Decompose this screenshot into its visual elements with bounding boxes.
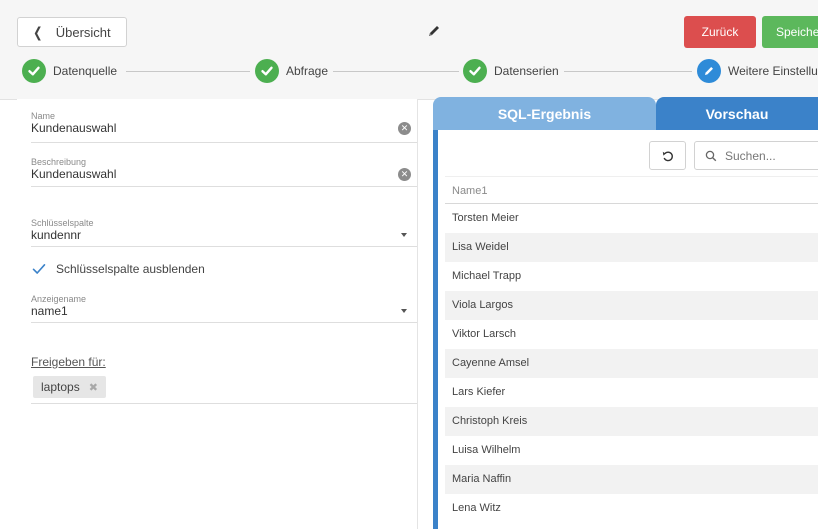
tab-vorschau[interactable]: Vorschau [656, 97, 818, 130]
search-box[interactable] [694, 141, 818, 170]
key-column-label: Schlüsselspalte [31, 218, 94, 228]
tab-sql-ergebnis[interactable]: SQL-Ergebnis [433, 97, 656, 130]
preview-table: Name1 Torsten Meier Lisa Weidel Michael … [445, 176, 818, 523]
display-name-label: Anzeigename [31, 294, 87, 304]
pencil-icon[interactable] [427, 24, 441, 38]
chevron-left-icon: ❮ [33, 23, 43, 40]
display-name-select[interactable]: Anzeigename name1 [31, 294, 417, 323]
key-column-value: kundennr [31, 228, 82, 242]
table-row[interactable]: Torsten Meier [445, 204, 818, 233]
save-button[interactable]: Speichern [762, 16, 818, 48]
step-label: Datenserien [494, 64, 559, 78]
settings-form: Name Kundenauswahl ✕ Beschreibung Kunden… [17, 99, 418, 529]
table-row[interactable]: Cayenne Amsel [445, 349, 818, 378]
name-value[interactable]: Kundenauswahl [31, 121, 417, 135]
clear-icon[interactable]: ✕ [398, 122, 411, 135]
step-weitere-einstellungen[interactable]: Weitere Einstellungen [697, 59, 818, 83]
caret-down-icon[interactable] [401, 233, 407, 237]
back-button[interactable]: Zurück [684, 16, 756, 48]
check-icon [22, 59, 46, 83]
share-label: Freigeben für: [31, 355, 106, 369]
name-field[interactable]: Name Kundenauswahl ✕ [31, 111, 417, 143]
refresh-button[interactable] [649, 141, 686, 170]
table-row[interactable]: Lena Witz [445, 494, 818, 523]
checkmark-icon[interactable] [31, 261, 47, 277]
overview-button[interactable]: ❮ Übersicht [17, 17, 127, 47]
refresh-icon [662, 150, 673, 161]
step-connector [333, 71, 459, 72]
column-header[interactable]: Name1 [445, 176, 818, 204]
search-input[interactable] [725, 148, 805, 163]
key-column-select[interactable]: Schlüsselspalte kundennr [31, 218, 417, 247]
table-row[interactable]: Michael Trapp [445, 262, 818, 291]
step-abfrage[interactable]: Abfrage [255, 59, 328, 83]
display-name-value: name1 [31, 304, 68, 318]
name-label: Name [31, 111, 56, 121]
step-label: Datenquelle [53, 64, 118, 78]
table-row[interactable]: Viktor Larsch [445, 320, 818, 349]
description-field[interactable]: Beschreibung Kundenauswahl ✕ [31, 157, 417, 187]
table-row[interactable]: Christoph Kreis [445, 407, 818, 436]
check-icon [255, 59, 279, 83]
share-chip: laptops ✖ [33, 376, 106, 398]
top-bar: ❮ Übersicht Zurück Speichern Datenquelle… [0, 0, 818, 100]
hide-key-checkbox[interactable]: Schlüsselspalte ausblenden [31, 261, 205, 277]
overview-button-label: Übersicht [55, 24, 111, 40]
result-panel: SQL-Ergebnis Vorschau Name1 Torsten Meie… [433, 97, 818, 529]
step-label: Weitere Einstellungen [728, 64, 818, 78]
pencil-icon [697, 59, 721, 83]
step-connector [126, 71, 250, 72]
step-datenquelle[interactable]: Datenquelle [22, 59, 117, 83]
step-datenserien[interactable]: Datenserien [463, 59, 559, 83]
search-icon [705, 150, 717, 161]
share-input[interactable]: laptops ✖ [31, 375, 417, 404]
table-row[interactable]: Lars Kiefer [445, 378, 818, 407]
clear-icon[interactable]: ✕ [398, 168, 411, 181]
hide-key-label: Schlüsselspalte ausblenden [56, 262, 205, 276]
table-row[interactable]: Viola Largos [445, 291, 818, 320]
step-connector [564, 71, 692, 72]
preview-body: Name1 Torsten Meier Lisa Weidel Michael … [433, 130, 818, 529]
table-row[interactable]: Luisa Wilhelm [445, 436, 818, 465]
chip-label: laptops [41, 380, 80, 394]
table-row[interactable]: Lisa Weidel [445, 233, 818, 262]
caret-down-icon[interactable] [401, 309, 407, 313]
check-icon [463, 59, 487, 83]
remove-chip-icon[interactable]: ✖ [89, 381, 98, 394]
description-value[interactable]: Kundenauswahl [31, 167, 417, 181]
step-label: Abfrage [286, 64, 329, 78]
description-label: Beschreibung [31, 157, 87, 167]
table-row[interactable]: Maria Naffin [445, 465, 818, 494]
